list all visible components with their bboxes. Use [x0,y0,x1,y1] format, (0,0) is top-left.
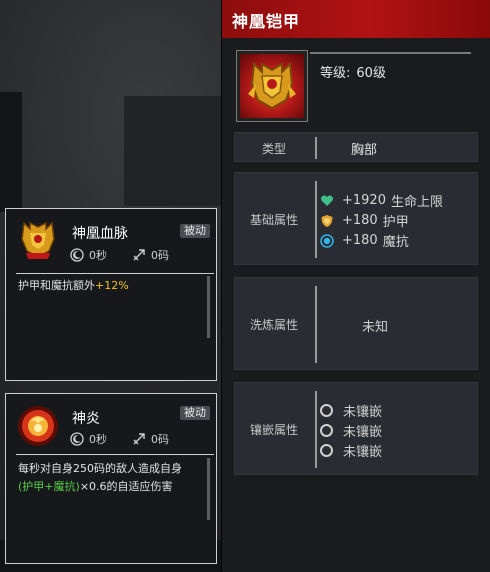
refine-attributes-label: 洗炼属性 [249,318,298,332]
skill-description: 护甲和魔抗额外+12% [18,277,203,295]
skill-cooldown-value: 0秒 [89,249,107,262]
socket-slot-2-label: 未镶嵌 [343,425,383,440]
range-arrow-icon [132,248,146,262]
skill-divider [16,273,214,274]
base-attributes-divider [315,181,317,258]
socket-slot-3-label: 未镶嵌 [343,445,383,460]
socket-slot-1-label: 未镶嵌 [343,405,383,420]
level-value: 60级 [356,66,386,81]
stat-health-value: +1920 [342,193,386,208]
passive-badge: 被动 [180,224,210,238]
skill-description-text: 护甲和魔抗额外 [18,279,95,292]
skill-card-divine-flame: 神炎 被动 0秒 0码 每秒对自身250码的敌人造成自身 (护甲+魔抗)×0.6… [5,393,217,564]
title-divider [310,52,471,54]
stat-health-name: 生命上限 [390,195,443,210]
magic-resist-icon [320,233,334,248]
skill-range: 0码 [132,431,169,447]
shield-icon [320,214,334,228]
skill-description-highlight: +12% [95,279,129,292]
stat-magic-resist-value: +180 [342,233,378,248]
type-label: 类型 [261,142,286,156]
stat-armor-value: +180 [342,213,378,228]
title-bar: 神凰铠甲 [222,0,490,38]
empty-socket-icon [320,444,333,457]
empty-socket-icon [320,404,333,417]
armor-bloodline-icon [16,217,60,261]
skill-divider [16,454,214,455]
stat-armor: +180 护甲 [320,211,409,230]
skill-range-value: 0码 [151,433,169,446]
heart-icon [320,194,334,208]
socket-attributes-label: 镶嵌属性 [249,423,298,437]
empty-socket-icon [320,424,333,437]
stat-health: +1920 生命上限 [320,191,443,210]
moon-cooldown-icon [70,432,84,446]
skill-card-bloodline: 神凰血脉 被动 0秒 0码 护甲和魔抗额外+12% [5,208,217,381]
skill-range: 0码 [132,247,169,263]
moon-cooldown-icon [70,248,84,262]
skill-cooldown: 0秒 [70,431,107,447]
skill-name: 神凰血脉 [72,226,128,242]
passive-badge: 被动 [180,406,210,420]
socket-slot-1: 未镶嵌 [320,401,382,420]
skill-cooldown: 0秒 [70,247,107,263]
stat-armor-name: 护甲 [382,215,409,230]
socket-slot-2: 未镶嵌 [320,421,382,440]
socket-slot-3: 未镶嵌 [320,441,382,460]
background-pillar [124,96,222,206]
golden-armor-icon [240,54,304,118]
divine-flame-icon [16,404,60,448]
level-text: 等级: 60级 [320,62,386,81]
skill-description-highlight: (护甲+魔抗) [18,480,80,493]
skill-description: 每秒对自身250码的敌人造成自身 (护甲+魔抗)×0.6的自适应伤害 [18,460,203,496]
type-row: 类型 胸部 [234,132,478,162]
skill-range-value: 0码 [151,249,169,262]
type-value: 胸部 [351,143,378,158]
socket-attributes-divider [315,391,317,468]
background-column [0,92,22,212]
equipment-icon-frame [236,50,308,122]
equipment-tooltip-panel: 神凰铠甲 等级: 60级 类型 胸部 基础属性 +1920 生命上限 +180 … [221,0,490,572]
level-separator: : [346,66,351,81]
skill-cooldown-value: 0秒 [89,433,107,446]
range-arrow-icon [132,432,146,446]
skill-description-rest: ×0.6的自适应伤害 [79,480,173,493]
stat-magic-resist: +180 魔抗 [320,231,409,250]
skill-scrollbar[interactable] [207,276,210,338]
equipment-name: 神凰铠甲 [232,12,301,31]
refine-attributes-divider [315,286,317,363]
stat-magic-resist-name: 魔抗 [382,235,409,250]
skill-description-line1: 每秒对自身250码的敌人造成自身 [18,462,182,475]
skill-description-line2: (护甲+魔抗)×0.6的自适应伤害 [18,478,203,496]
level-label: 等级 [320,66,347,81]
base-attributes-label: 基础属性 [249,213,298,227]
refine-attributes-row: 洗炼属性 未知 [234,277,478,370]
skill-name: 神炎 [72,411,100,427]
skill-scrollbar[interactable] [207,458,210,520]
type-divider [315,137,317,159]
refine-attributes-value: 未知 [362,320,389,335]
